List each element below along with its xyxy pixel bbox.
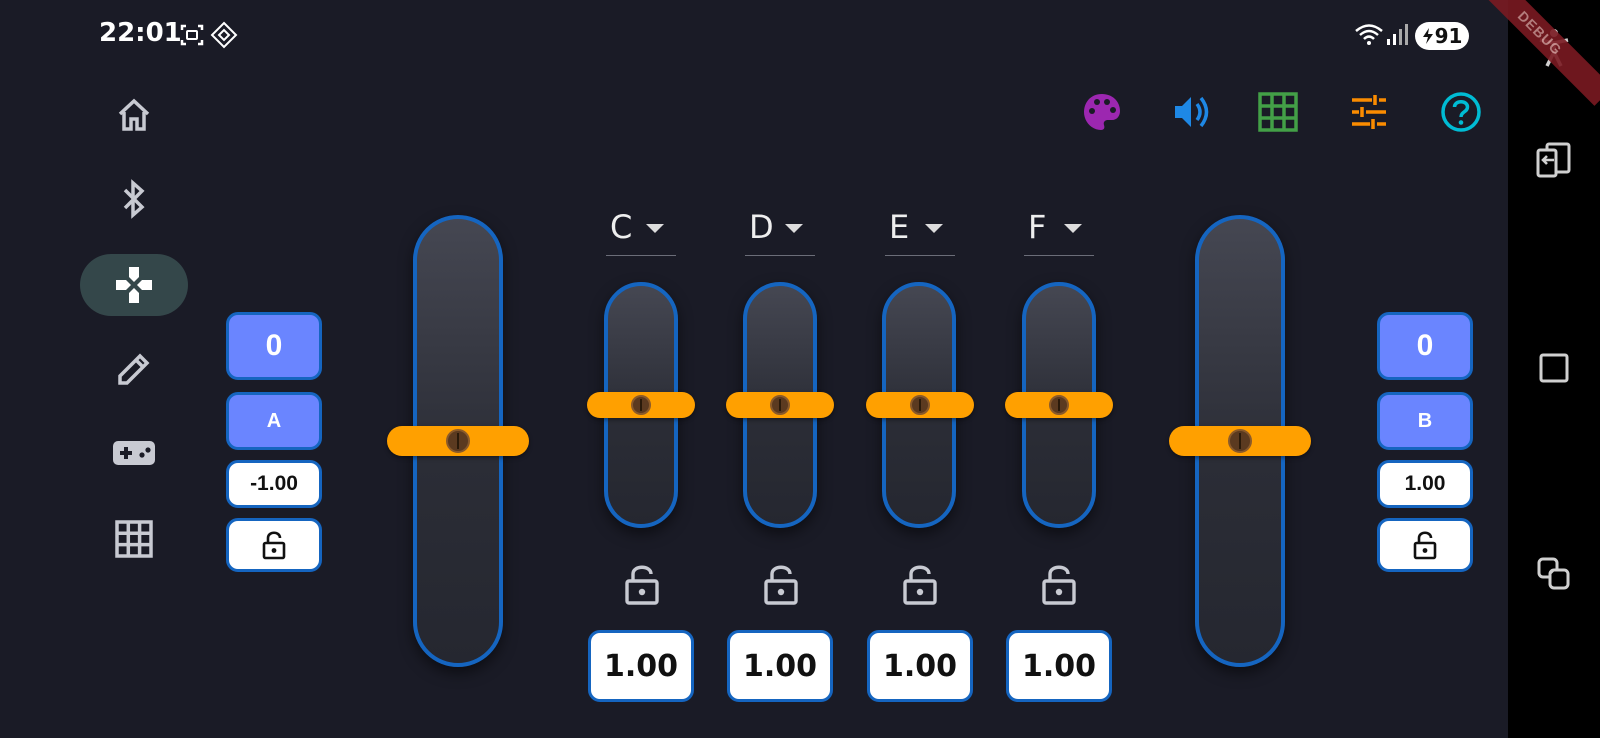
help-button[interactable] bbox=[1437, 88, 1485, 136]
nav-grid[interactable] bbox=[80, 508, 188, 570]
channel-c-lock-icon[interactable] bbox=[622, 562, 662, 606]
channel-f-lock-icon[interactable] bbox=[1039, 562, 1079, 606]
nav-gamepad[interactable] bbox=[80, 254, 188, 316]
channel-f-label: F bbox=[1028, 208, 1047, 246]
system-nav-bar bbox=[1508, 0, 1600, 738]
back-icon bbox=[1536, 142, 1571, 178]
left-axis-name-button[interactable]: A bbox=[226, 392, 322, 450]
screenshot-icon bbox=[180, 24, 204, 46]
chevron-down-icon bbox=[646, 224, 664, 233]
lock-open-icon bbox=[1413, 531, 1437, 560]
gamepad-cross-icon bbox=[116, 267, 152, 303]
battery-indicator: 91 bbox=[1415, 22, 1469, 50]
help-icon bbox=[1441, 92, 1481, 132]
battery-level: 91 bbox=[1434, 24, 1463, 48]
recents-button[interactable] bbox=[1530, 550, 1578, 598]
nfc-icon bbox=[210, 21, 238, 49]
channel-d-thumb[interactable] bbox=[726, 392, 834, 418]
nav-bluetooth[interactable] bbox=[80, 168, 188, 230]
palette-button[interactable] bbox=[1078, 88, 1126, 136]
grid-icon bbox=[1258, 92, 1298, 132]
channel-c-thumb[interactable] bbox=[587, 392, 695, 418]
chevron-down-icon bbox=[1064, 224, 1082, 233]
channel-d-lock-icon[interactable] bbox=[761, 562, 801, 606]
palette-icon bbox=[1084, 94, 1120, 130]
left-value-box[interactable]: -1.00 bbox=[226, 460, 322, 508]
battery-charging-icon bbox=[1422, 28, 1433, 44]
tune-button[interactable] bbox=[1345, 88, 1393, 136]
volume-button[interactable] bbox=[1168, 88, 1216, 136]
status-time: 22:01 bbox=[99, 18, 182, 48]
channel-d-label: D bbox=[749, 208, 774, 246]
app-screen: 22:01 91 0 A -1.00 0 B 1.00 C 1.00 D 1.0… bbox=[0, 0, 1600, 738]
channel-e-dropdown[interactable]: E bbox=[885, 200, 955, 256]
grid-icon bbox=[115, 520, 153, 558]
chevron-down-icon bbox=[785, 224, 803, 233]
channel-f-value[interactable]: 1.00 bbox=[1006, 630, 1112, 702]
left-lock-button[interactable] bbox=[226, 518, 322, 572]
channel-c-label: C bbox=[610, 208, 633, 246]
recents-icon bbox=[1537, 557, 1570, 590]
right-counter-button[interactable]: 0 bbox=[1377, 312, 1473, 380]
pencil-icon bbox=[118, 353, 150, 385]
wifi-icon bbox=[1355, 24, 1383, 45]
tune-icon bbox=[1352, 95, 1386, 129]
chevron-down-icon bbox=[925, 224, 943, 233]
home-square-icon bbox=[1539, 353, 1569, 383]
channel-e-lock-icon[interactable] bbox=[900, 562, 940, 606]
lock-open-icon bbox=[262, 531, 286, 560]
channel-c-dropdown[interactable]: C bbox=[606, 200, 676, 256]
volume-icon bbox=[1175, 96, 1209, 128]
slider-a-thumb[interactable] bbox=[387, 426, 529, 456]
home-nav-button[interactable] bbox=[1530, 344, 1578, 392]
back-button[interactable] bbox=[1530, 136, 1578, 184]
right-axis-name-button[interactable]: B bbox=[1377, 392, 1473, 450]
left-counter-button[interactable]: 0 bbox=[226, 312, 322, 380]
bluetooth-icon bbox=[123, 179, 145, 219]
channel-e-label: E bbox=[889, 208, 910, 246]
signal-icon bbox=[1387, 24, 1408, 45]
nav-home[interactable] bbox=[80, 84, 188, 146]
right-lock-button[interactable] bbox=[1377, 518, 1473, 572]
slider-b-thumb[interactable] bbox=[1169, 426, 1311, 456]
nav-controller[interactable] bbox=[80, 422, 188, 484]
channel-d-dropdown[interactable]: D bbox=[745, 200, 815, 256]
grid-toggle-button[interactable] bbox=[1254, 88, 1302, 136]
channel-c-value[interactable]: 1.00 bbox=[588, 630, 694, 702]
channel-f-thumb[interactable] bbox=[1005, 392, 1113, 418]
channel-e-thumb[interactable] bbox=[866, 392, 974, 418]
nav-edit[interactable] bbox=[80, 338, 188, 400]
game-controller-icon bbox=[113, 441, 155, 465]
channel-f-dropdown[interactable]: F bbox=[1024, 200, 1094, 256]
right-value-box[interactable]: 1.00 bbox=[1377, 460, 1473, 508]
home-icon bbox=[118, 98, 150, 131]
channel-d-value[interactable]: 1.00 bbox=[727, 630, 833, 702]
channel-e-value[interactable]: 1.00 bbox=[867, 630, 973, 702]
